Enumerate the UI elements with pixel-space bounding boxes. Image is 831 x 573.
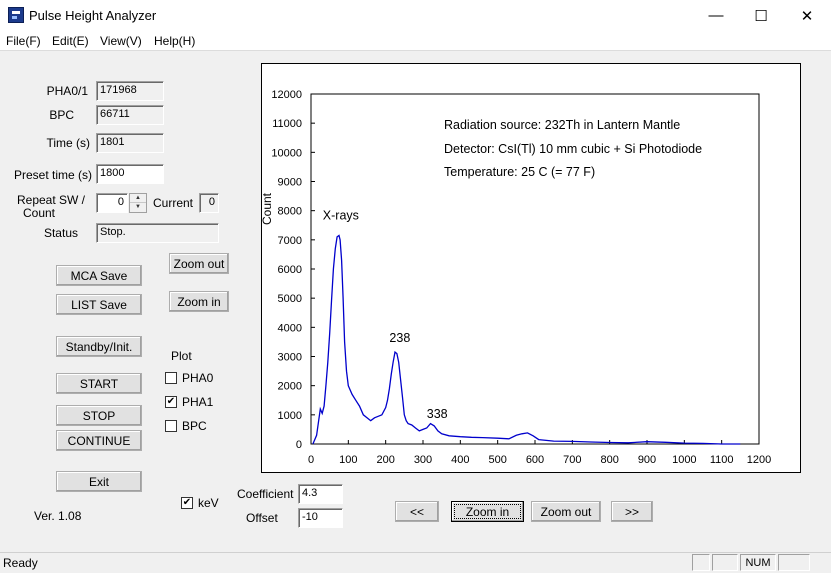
chart-annotation-3: Temperature: 25 C (= 77 F) bbox=[444, 165, 595, 179]
x-tick-label: 100 bbox=[339, 454, 357, 466]
y-tick-label: 0 bbox=[296, 439, 302, 451]
menu-bar: File(F) Edit(E) View(V) Help(H) bbox=[0, 31, 831, 51]
statusbar-num: NUM bbox=[740, 554, 776, 571]
y-tick-label: 10000 bbox=[271, 147, 302, 159]
status-value: Stop. bbox=[96, 223, 219, 243]
repeat-spinner[interactable]: ▲ ▼ bbox=[129, 193, 147, 213]
y-tick-label: 11000 bbox=[272, 118, 302, 130]
pha0-checkbox-label: PHA0 bbox=[182, 371, 214, 385]
offset-input[interactable]: -10 bbox=[298, 508, 343, 528]
repeat-count-label: Count bbox=[22, 206, 56, 220]
zoom-in-bottom-button[interactable]: Zoom in bbox=[451, 501, 524, 522]
x-tick-label: 1000 bbox=[672, 454, 696, 466]
y-tick-label: 7000 bbox=[278, 235, 302, 247]
pha01-label: PHA0/1 bbox=[46, 84, 88, 98]
window-title: Pulse Height Analyzer bbox=[29, 8, 157, 23]
spectrum-plot: 0100020003000400050006000700080009000100… bbox=[262, 89, 771, 466]
bpc-checkbox-label: BPC bbox=[182, 419, 207, 433]
kev-check-icon: ✔ bbox=[182, 497, 192, 508]
start-button[interactable]: START bbox=[56, 373, 142, 394]
x-tick-label: 900 bbox=[638, 454, 656, 466]
spin-down-icon[interactable]: ▼ bbox=[130, 203, 146, 212]
bpc-value: 66711 bbox=[96, 105, 164, 125]
peak-label: 338 bbox=[427, 407, 448, 421]
plot-label: Plot bbox=[171, 349, 192, 363]
preset-time-input[interactable]: 1800 bbox=[96, 164, 164, 184]
list-save-button[interactable]: LIST Save bbox=[56, 294, 142, 315]
pha1-series-line bbox=[312, 234, 741, 445]
status-bar-text: Ready bbox=[3, 556, 38, 570]
pan-right-button[interactable]: >> bbox=[611, 501, 653, 522]
menu-edit[interactable]: Edit(E) bbox=[52, 34, 89, 48]
current-label: Current bbox=[153, 196, 194, 210]
mca-save-button[interactable]: MCA Save bbox=[56, 265, 142, 286]
x-tick-label: 300 bbox=[414, 454, 432, 466]
peak-label: X-rays bbox=[323, 208, 359, 222]
repeat-count-input[interactable]: 0 bbox=[96, 193, 128, 213]
y-tick-label: 2000 bbox=[278, 381, 302, 393]
version-label: Ver. 1.08 bbox=[34, 509, 82, 523]
y-tick-label: 8000 bbox=[278, 206, 302, 218]
stop-button[interactable]: STOP bbox=[56, 405, 142, 426]
x-tick-label: 200 bbox=[376, 454, 394, 466]
x-tick-label: 0 bbox=[308, 454, 314, 466]
peak-label: 238 bbox=[389, 331, 410, 345]
pha1-checkbox-label: PHA1 bbox=[182, 395, 214, 409]
app-icon bbox=[8, 7, 24, 23]
bpc-label: BPC bbox=[49, 108, 74, 122]
kev-checkbox-label: keV bbox=[198, 496, 219, 510]
repeat-label: Repeat SW / bbox=[16, 193, 86, 207]
pha01-value: 171968 bbox=[96, 81, 164, 101]
close-button[interactable]: ✕ bbox=[784, 0, 830, 31]
x-tick-label: 700 bbox=[563, 454, 581, 466]
zoom-in-button[interactable]: Zoom in bbox=[169, 291, 229, 312]
exit-button[interactable]: Exit bbox=[56, 471, 142, 492]
x-tick-label: 800 bbox=[600, 454, 618, 466]
coefficient-input[interactable]: 4.3 bbox=[298, 484, 343, 504]
statusbar-pane-caps bbox=[692, 554, 710, 571]
y-axis-label: Count bbox=[262, 192, 274, 225]
menu-help[interactable]: Help(H) bbox=[154, 34, 195, 48]
y-tick-label: 12000 bbox=[271, 89, 302, 101]
chart-annotation-2: Detector: CsI(Tl) 10 mm cubic + Si Photo… bbox=[444, 142, 702, 156]
y-tick-label: 4000 bbox=[278, 322, 302, 334]
zoom-out-bottom-button[interactable]: Zoom out bbox=[531, 501, 601, 522]
pha1-check-icon: ✔ bbox=[166, 396, 176, 407]
y-tick-label: 5000 bbox=[278, 293, 302, 305]
x-tick-label: 600 bbox=[526, 454, 544, 466]
statusbar-pane-extra bbox=[712, 554, 738, 571]
minimize-button[interactable]: — bbox=[693, 0, 739, 31]
kev-checkbox[interactable]: ✔ bbox=[181, 497, 193, 509]
menu-file[interactable]: File(F) bbox=[6, 34, 41, 48]
continue-button[interactable]: CONTINUE bbox=[56, 430, 142, 451]
y-tick-label: 9000 bbox=[278, 177, 302, 189]
x-tick-label: 400 bbox=[451, 454, 469, 466]
chart-annotation-1: Radiation source: 232Th in Lantern Mantl… bbox=[444, 118, 680, 132]
pan-left-button[interactable]: << bbox=[395, 501, 439, 522]
pha1-checkbox[interactable]: ✔ bbox=[165, 396, 177, 408]
menu-view[interactable]: View(V) bbox=[100, 34, 142, 48]
pha0-checkbox[interactable] bbox=[165, 372, 177, 384]
x-tick-label: 1200 bbox=[747, 454, 771, 466]
standby-init-button[interactable]: Standby/Init. bbox=[56, 336, 142, 357]
time-label: Time (s) bbox=[46, 136, 90, 150]
zoom-out-button[interactable]: Zoom out bbox=[169, 253, 229, 274]
current-value: 0 bbox=[199, 193, 219, 213]
status-label: Status bbox=[43, 226, 78, 240]
bpc-checkbox[interactable] bbox=[165, 420, 177, 432]
statusbar-pane-scrl bbox=[778, 554, 810, 571]
y-tick-label: 6000 bbox=[278, 264, 302, 276]
x-tick-label: 500 bbox=[488, 454, 506, 466]
spectrum-chart: 0 1000 2000 3000 4000 5000 6000 7000 8000 9000 100… bbox=[261, 63, 801, 473]
maximize-button[interactable]: ☐ bbox=[738, 0, 784, 31]
offset-label: Offset bbox=[246, 511, 278, 525]
x-tick-label: 1100 bbox=[710, 454, 734, 466]
spin-up-icon[interactable]: ▲ bbox=[130, 194, 146, 203]
y-tick-label: 3000 bbox=[278, 352, 302, 364]
time-value: 1801 bbox=[96, 133, 164, 153]
preset-time-label: Preset time (s) bbox=[13, 168, 92, 182]
coefficient-label: Coefficient bbox=[237, 487, 294, 501]
y-tick-label: 1000 bbox=[278, 410, 302, 422]
